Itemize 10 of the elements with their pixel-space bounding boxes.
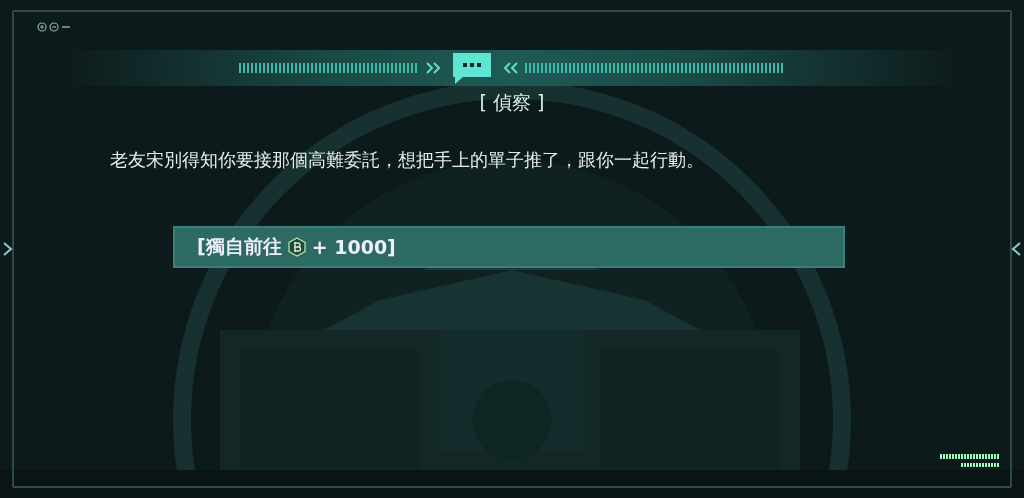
zoom-out-icon[interactable]: [49, 22, 59, 32]
chevron-right-icon: [2, 242, 14, 256]
chat-bubble-icon: [451, 51, 493, 85]
choice-button[interactable]: [獨自前往 + 1000]: [173, 226, 845, 268]
dialog-message: 老友宋別得知你要接那個高難委託，想把手上的單子推了，跟你一起行動。: [110, 148, 704, 172]
coin-icon: [287, 237, 306, 257]
dialog-title: [ 偵察 ]: [479, 90, 545, 115]
zoom-in-icon[interactable]: [37, 22, 47, 32]
barcode-icon: [940, 454, 1000, 468]
chevron-left-icon: [1010, 242, 1022, 256]
